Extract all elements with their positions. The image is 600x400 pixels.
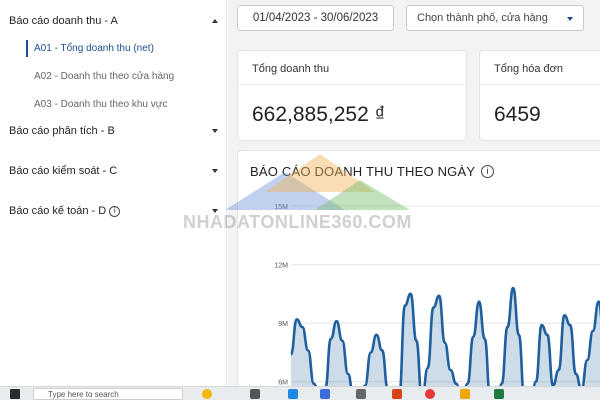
chrome-icon[interactable] xyxy=(425,389,435,399)
edge-icon[interactable] xyxy=(288,389,298,399)
taskbar: Type here to search xyxy=(0,386,600,400)
sidebar-group-label: Báo cáo doanh thu - A xyxy=(9,15,118,27)
store-icon[interactable] xyxy=(320,389,330,399)
sidebar-group-c[interactable]: Báo cáo kiểm soát - C xyxy=(9,162,218,180)
sidebar-group-label: Báo cáo kiểm soát - C xyxy=(9,165,118,177)
watermark-house-icon xyxy=(225,154,410,210)
app-icon[interactable] xyxy=(356,389,366,399)
sidebar-group-label: Báo cáo kế toán - D xyxy=(9,205,107,217)
taskbar-search[interactable]: Type here to search xyxy=(33,388,183,400)
card-label: Tổng hóa đơn xyxy=(494,63,563,75)
excel-icon[interactable] xyxy=(494,389,504,399)
total-revenue-card: Tổng doanh thu 662,885,252 ₫ xyxy=(237,50,467,141)
total-invoices-card: Tổng hóa đơn 6459 xyxy=(479,50,600,141)
windows-start-icon[interactable] xyxy=(10,389,20,399)
weather-icon[interactable] xyxy=(202,389,212,399)
watermark-text: NHADATONLINE360.COM xyxy=(183,212,412,232)
card-divider xyxy=(480,84,600,85)
caret-down-icon xyxy=(212,129,218,133)
info-icon[interactable]: i xyxy=(109,205,121,217)
caret-down-icon xyxy=(212,169,218,173)
chevron-down-icon xyxy=(567,17,573,21)
y-tick-label: 9M xyxy=(278,321,288,328)
active-indicator xyxy=(26,40,28,57)
card-value: 662,885,252 ₫ xyxy=(252,103,386,126)
card-value: 6459 xyxy=(494,103,541,126)
sidebar-item-a01[interactable]: A01 - Tổng doanh thu (net) xyxy=(34,40,154,56)
taskview-icon[interactable] xyxy=(250,389,260,399)
card-label: Tổng doanh thu xyxy=(252,63,330,75)
card-divider xyxy=(238,84,466,85)
sidebar-item-a02[interactable]: A02 - Doanh thu theo cửa hàng xyxy=(34,68,174,84)
city-select-placeholder: Chọn thành phố, cửa hàng xyxy=(417,12,548,24)
y-tick-label: 12M xyxy=(274,263,288,270)
date-range-input[interactable]: 01/04/2023 - 30/06/2023 xyxy=(237,5,394,31)
city-store-select[interactable]: Chọn thành phố, cửa hàng xyxy=(406,5,584,31)
folder-icon[interactable] xyxy=(460,389,470,399)
caret-up-icon xyxy=(212,19,218,23)
sidebar-item-a03[interactable]: A03 - Doanh thu theo khu vực xyxy=(34,96,167,112)
series-area xyxy=(291,288,600,391)
sidebar-group-label: Báo cáo phân tích - B xyxy=(9,125,115,137)
sidebar-group-label-wrap: Báo cáo kế toán - D i xyxy=(9,205,121,217)
sidebar-group-a[interactable]: Báo cáo doanh thu - A xyxy=(9,12,218,30)
office-icon[interactable] xyxy=(392,389,402,399)
sidebar: Báo cáo doanh thu - A A01 - Tổng doanh t… xyxy=(0,0,227,386)
sidebar-group-b[interactable]: Báo cáo phân tích - B xyxy=(9,122,218,140)
